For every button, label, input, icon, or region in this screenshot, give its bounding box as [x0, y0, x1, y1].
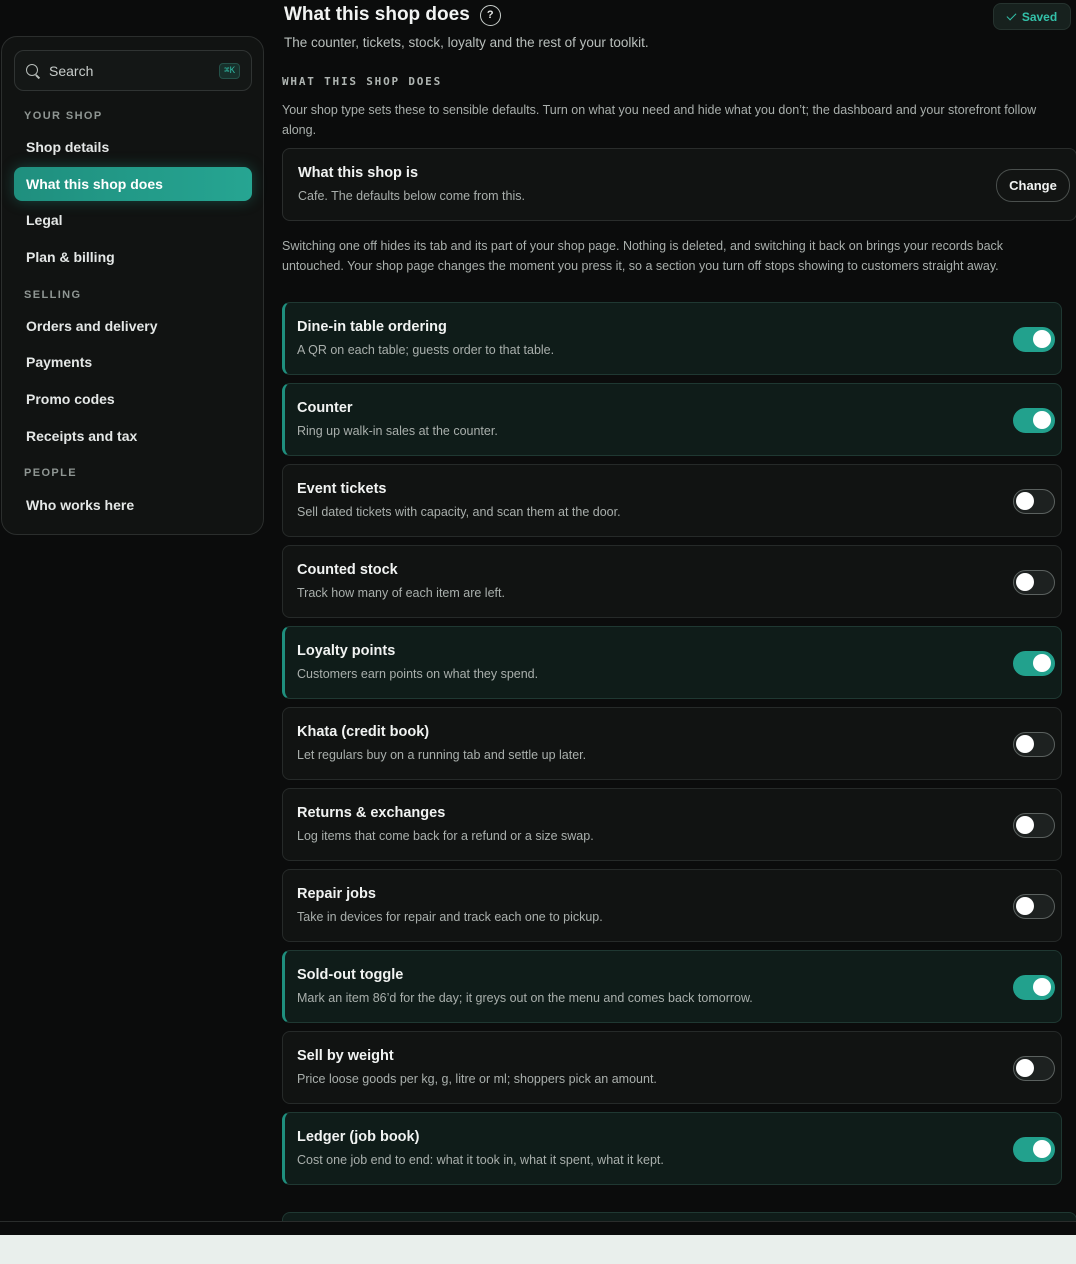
feature-toggle[interactable] [1013, 408, 1055, 433]
feature-toggle[interactable] [1013, 1137, 1055, 1162]
feature-title: Event tickets [297, 481, 387, 497]
nav-section-selling: SELLING [24, 289, 82, 301]
window-bottom-edge [0, 1221, 1076, 1235]
search-input[interactable]: Search ⌘K [14, 50, 252, 91]
feature-row-ledger: Ledger (job book) Cost one job end to en… [282, 1112, 1062, 1185]
feature-row-dine-in: Dine-in table ordering A QR on each tabl… [282, 302, 1062, 375]
feature-description: A QR on each table; guests order to that… [297, 343, 555, 357]
feature-toggle[interactable] [1013, 570, 1055, 595]
toggle-knob [1016, 573, 1034, 591]
feature-title: Repair jobs [297, 886, 376, 902]
toggle-knob [1033, 1140, 1051, 1158]
feature-description: Ring up walk-in sales at the counter. [297, 424, 498, 438]
feature-toggle[interactable] [1013, 894, 1055, 919]
feature-description: Price loose goods per kg, g, litre or ml… [297, 1072, 657, 1086]
feature-row-returns: Returns & exchanges Log items that come … [282, 788, 1062, 861]
page-background-strip [0, 1235, 1076, 1264]
feature-description: Take in devices for repair and track eac… [297, 910, 603, 924]
sidebar-item-orders-delivery[interactable]: Orders and delivery [14, 309, 252, 343]
search-placeholder: Search [49, 62, 94, 79]
page-header: What this shop does ? [284, 4, 501, 26]
sidebar-item-who-works-here[interactable]: Who works here [14, 488, 252, 522]
toggle-knob [1033, 654, 1051, 672]
feature-title: Ledger (job book) [297, 1129, 420, 1145]
feature-title: Counted stock [297, 562, 398, 578]
settings-sidebar: Search ⌘K YOUR SHOP Shop details What th… [1, 36, 264, 535]
next-feature-row-partial [282, 1212, 1076, 1221]
feature-title: Dine-in table ordering [297, 319, 447, 335]
toggle-knob [1016, 897, 1034, 915]
feature-description: Sell dated tickets with capacity, and sc… [297, 505, 621, 519]
check-icon [1006, 10, 1017, 20]
feature-description: Mark an item 86’d for the day; it greys … [297, 991, 753, 1005]
shop-type-description: Cafe. The defaults below come from this. [298, 189, 525, 203]
feature-row-khata: Khata (credit book) Let regulars buy on … [282, 707, 1062, 780]
toggle-knob [1033, 978, 1051, 996]
change-shop-type-button[interactable]: Change [996, 169, 1070, 202]
shop-type-card: What this shop is Cafe. The defaults bel… [282, 148, 1076, 221]
feature-description: Track how many of each item are left. [297, 586, 505, 600]
feature-toggle[interactable] [1013, 327, 1055, 352]
feature-title: Returns & exchanges [297, 805, 446, 821]
feature-row-counted-stock: Counted stock Track how many of each ite… [282, 545, 1062, 618]
feature-toggle[interactable] [1013, 975, 1055, 1000]
intro-text: Your shop type sets these to sensible de… [282, 103, 1037, 137]
sidebar-item-legal[interactable]: Legal [14, 203, 252, 237]
shortcut-hint: ⌘K [219, 62, 240, 79]
feature-description: Cost one job end to end: what it took in… [297, 1153, 664, 1167]
feature-description: Log items that come back for a refund or… [297, 829, 594, 843]
page-subtitle: The counter, tickets, stock, loyalty and… [284, 35, 649, 50]
feature-row-event-tickets: Event tickets Sell dated tickets with ca… [282, 464, 1062, 537]
feature-title: Khata (credit book) [297, 724, 430, 740]
toggle-knob [1016, 492, 1034, 510]
feature-row-sell-by-weight: Sell by weight Price loose goods per kg,… [282, 1031, 1062, 1104]
toggle-knob [1016, 1059, 1034, 1077]
nav-section-your-shop: YOUR SHOP [24, 110, 103, 122]
sidebar-item-plan-billing[interactable]: Plan & billing [14, 240, 252, 274]
feature-description: Let regulars buy on a running tab and se… [297, 748, 587, 762]
feature-row-loyalty-points: Loyalty points Customers earn points on … [282, 626, 1062, 699]
search-icon [26, 63, 40, 78]
saved-status-badge: Saved [993, 3, 1071, 30]
toggle-knob [1016, 735, 1034, 753]
feature-toggle[interactable] [1013, 489, 1055, 514]
feature-toggle[interactable] [1013, 651, 1055, 676]
feature-title: Loyalty points [297, 643, 396, 659]
shop-type-title: What this shop is [298, 165, 419, 181]
toggle-knob [1033, 411, 1051, 429]
feature-description: Customers earn points on what they spend… [297, 667, 539, 681]
app-window: Search ⌘K YOUR SHOP Shop details What th… [0, 0, 1076, 1221]
feature-row-repair-jobs: Repair jobs Take in devices for repair a… [282, 869, 1062, 942]
section-label: WHAT THIS SHOP DOES [282, 75, 443, 88]
feature-row-counter: Counter Ring up walk-in sales at the cou… [282, 383, 1062, 456]
saved-label: Saved [1021, 9, 1058, 24]
feature-title: Counter [297, 400, 353, 416]
feature-title: Sold-out toggle [297, 967, 404, 983]
toggle-note: Switching one off hides its tab and its … [282, 239, 1004, 273]
nav-section-people: PEOPLE [24, 467, 78, 479]
feature-title: Sell by weight [297, 1048, 394, 1064]
sidebar-item-what-this-shop-does[interactable]: What this shop does [14, 167, 252, 201]
feature-toggle[interactable] [1013, 813, 1055, 838]
sidebar-item-shop-details[interactable]: Shop details [14, 130, 252, 164]
feature-toggle[interactable] [1013, 732, 1055, 757]
help-icon[interactable]: ? [479, 4, 501, 26]
toggle-knob [1016, 816, 1034, 834]
page-title: What this shop does [284, 4, 470, 25]
toggle-knob [1033, 330, 1051, 348]
sidebar-item-payments[interactable]: Payments [14, 345, 252, 379]
sidebar-item-promo-codes[interactable]: Promo codes [14, 382, 252, 416]
sidebar-item-receipts-tax[interactable]: Receipts and tax [14, 419, 252, 453]
feature-row-sold-out: Sold-out toggle Mark an item 86’d for th… [282, 950, 1062, 1023]
feature-toggle[interactable] [1013, 1056, 1055, 1081]
